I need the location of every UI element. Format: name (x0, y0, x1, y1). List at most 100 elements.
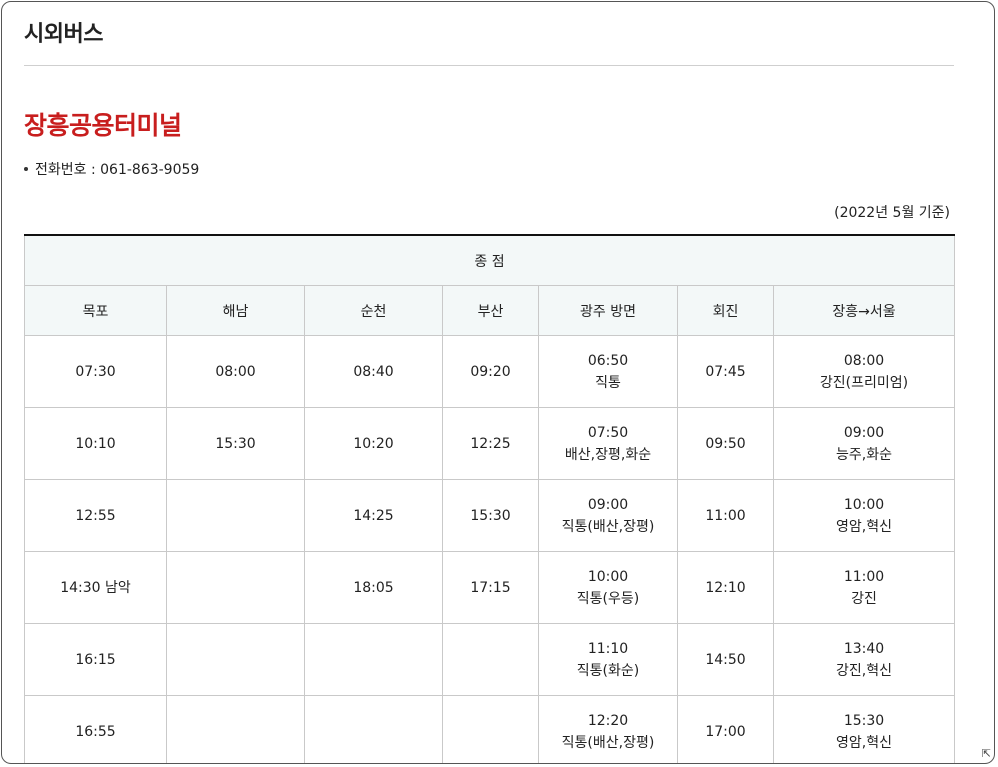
table-cell: 09:00 직통(배산,장평) (538, 479, 678, 552)
table-cell: 11:00 강진 (772, 551, 956, 624)
table-cell: 11:10 직통(화순) (538, 623, 678, 696)
bullet-icon (24, 167, 28, 171)
table-cell (166, 695, 305, 763)
column-header-row: 목포 해남 순천 부산 광주 방면 회진 장흥→서울 (24, 285, 956, 336)
table-cell: 07:30 (24, 335, 167, 408)
table-cell: 17:15 (442, 551, 539, 624)
departure-time: 10:10 (75, 435, 116, 452)
table-cell: 09:00 능주,화순 (772, 407, 956, 480)
column-header: 광주 방면 (538, 285, 678, 336)
route-note: 직통 (595, 374, 621, 391)
departure-time: 16:55 (75, 723, 116, 740)
destination-group-header: 종 점 (23, 234, 956, 286)
title-divider (24, 65, 954, 66)
departure-time: 14:50 (705, 651, 746, 668)
table-cell: 12:25 (442, 407, 539, 480)
terminal-name: 장흥공용터미널 (24, 111, 182, 140)
departure-time: 13:40 (843, 640, 885, 657)
table-cell: 16:15 (24, 623, 167, 696)
departure-time: 07:45 (705, 363, 746, 380)
phone-info: 전화번호 : 061-863-9059 (24, 159, 199, 179)
column-header: 장흥→서울 (772, 285, 956, 336)
departure-time: 08:00 (843, 352, 885, 369)
table-cell (166, 551, 305, 624)
departure-time: 09:00 (587, 496, 629, 513)
route-note: 영암,혁신 (836, 518, 893, 535)
table-cell (166, 479, 305, 552)
table-cell (442, 695, 539, 763)
table-cell: 07:50 배산,장평,화순 (538, 407, 678, 480)
route-note: 직통(배산,장평) (561, 518, 655, 535)
departure-time: 16:15 (75, 651, 116, 668)
table-cell: 08:00 (166, 335, 305, 408)
table-cell: 18:05 (304, 551, 443, 624)
departure-time: 10:00 (843, 496, 885, 513)
table-row: 14:30 남악 18:05 17:15 10:00 직통(우등) 12:10 11:00 강… (24, 551, 956, 624)
column-header: 목포 (24, 285, 167, 336)
table-row: 16:15 11:10 직통(화순) 14:50 13:40 강진,혁신 (24, 623, 956, 696)
column-header: 부산 (442, 285, 539, 336)
column-header: 순천 (304, 285, 443, 336)
departure-time: 18:05 (353, 579, 394, 596)
page-title: 시외버스 (24, 22, 103, 47)
departure-time: 11:00 (843, 568, 885, 585)
route-note: 배산,장평,화순 (564, 446, 652, 463)
departure-time: 14:30 남악 (60, 579, 131, 596)
table-cell: 09:20 (442, 335, 539, 408)
table-cell (304, 623, 443, 696)
departure-time: 15:30 (843, 712, 885, 729)
table-cell: 17:00 (677, 695, 774, 763)
route-note: 직통(우등) (576, 590, 640, 607)
table-cell: 12:20 직통(배산,장평) (538, 695, 678, 763)
phone-label: 전화번호 : 061-863-9059 (35, 162, 200, 178)
table-cell: 09:50 (677, 407, 774, 480)
departure-time: 12:25 (470, 435, 511, 452)
departure-time: 07:30 (75, 363, 116, 380)
table-cell: 14:25 (304, 479, 443, 552)
departure-time: 17:00 (705, 723, 746, 740)
route-note: 직통(화순) (576, 662, 640, 679)
departure-time: 12:55 (75, 507, 116, 524)
departure-time: 09:00 (843, 424, 885, 441)
table-cell: 13:40 강진,혁신 (772, 623, 956, 696)
table-cell (166, 623, 305, 696)
route-note: 직통(배산,장평) (561, 734, 655, 751)
table-cell: 10:00 영암,혁신 (772, 479, 956, 552)
table-cell (304, 695, 443, 763)
table-cell: 06:50 직통 (538, 335, 678, 408)
table-cell: 12:55 (24, 479, 167, 552)
route-note: 강진,혁신 (836, 662, 893, 679)
departure-time: 12:20 (587, 712, 629, 729)
table-cell: 10:20 (304, 407, 443, 480)
departure-time: 14:25 (353, 507, 394, 524)
departure-time: 06:50 (587, 352, 629, 369)
departure-time: 09:20 (470, 363, 511, 380)
column-header: 해남 (166, 285, 305, 336)
table-row: 12:55 14:25 15:30 09:00 직통(배산,장평) 11:00 10:00 영… (24, 479, 956, 552)
departure-time: 09:50 (705, 435, 746, 452)
timetable-body: 07:30 08:00 08:40 09:20 06:50 직통 07:45 08:00 강진(… (24, 335, 956, 763)
departure-time: 08:00 (215, 363, 256, 380)
table-cell: 15:30 (166, 407, 305, 480)
route-note: 강진(프리미엄) (819, 374, 909, 391)
table-cell: 11:00 (677, 479, 774, 552)
table-cell (442, 623, 539, 696)
departure-time: 11:00 (705, 507, 746, 524)
table-cell: 07:45 (677, 335, 774, 408)
departure-time: 11:10 (587, 640, 629, 657)
table-cell: 16:55 (24, 695, 167, 763)
table-cell: 12:10 (677, 551, 774, 624)
table-cell: 08:40 (304, 335, 443, 408)
table-cell: 08:00 강진(프리미엄) (772, 335, 956, 408)
departure-time: 12:10 (705, 579, 746, 596)
departure-time: 08:40 (353, 363, 394, 380)
column-header: 회진 (677, 285, 774, 336)
departure-time: 07:50 (587, 424, 629, 441)
schedule-basis-date: (2022년 5월 기준) (834, 205, 950, 221)
departure-time: 10:20 (353, 435, 394, 452)
route-note: 영암,혁신 (836, 734, 893, 751)
resize-corner-icon[interactable]: ⇱ (982, 747, 991, 760)
table-cell: 14:50 (677, 623, 774, 696)
route-note: 능주,화순 (836, 446, 893, 463)
table-cell: 10:10 (24, 407, 167, 480)
